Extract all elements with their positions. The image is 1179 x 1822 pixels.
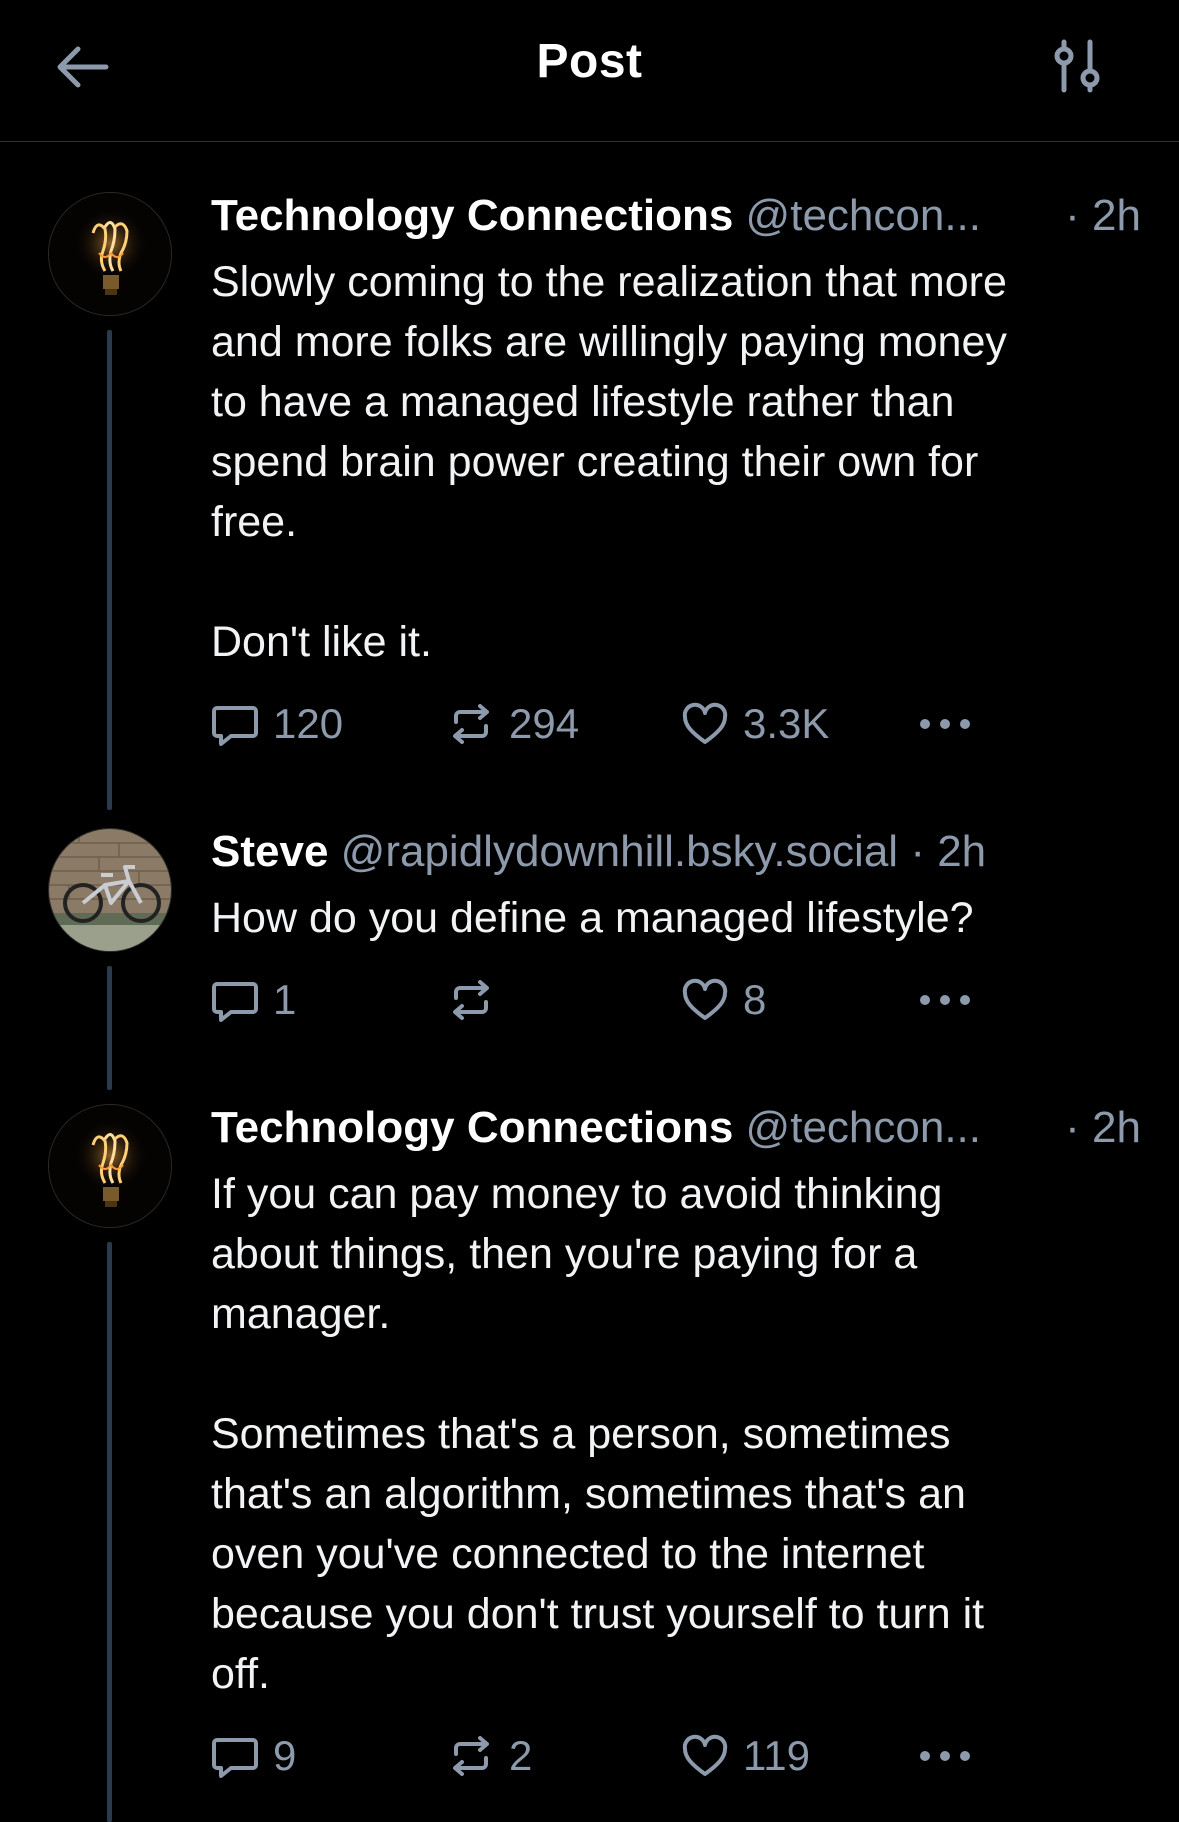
author-name[interactable]: Technology Connections bbox=[211, 1103, 733, 1152]
post-actions: 1 8 bbox=[211, 970, 1141, 1030]
author-handle[interactable]: @rapidlydownhill.bsky.social bbox=[341, 827, 898, 876]
thread-line bbox=[107, 1242, 112, 1822]
like-count: 8 bbox=[743, 976, 767, 1023]
post-content: Steve @rapidlydownhill.bsky.social · 2h … bbox=[211, 826, 1141, 1030]
like-button[interactable]: 119 bbox=[681, 1726, 810, 1786]
author-name[interactable]: Steve bbox=[211, 827, 328, 876]
post-text: Slowly coming to the realization that mo… bbox=[211, 258, 1007, 666]
lightbulb-avatar-image bbox=[49, 1105, 172, 1228]
post-time[interactable]: · 2h bbox=[910, 827, 986, 876]
repost-button[interactable] bbox=[447, 970, 509, 1030]
more-options-button[interactable] bbox=[915, 694, 975, 754]
author-name[interactable]: Technology Connections bbox=[211, 191, 733, 240]
more-options-button[interactable] bbox=[915, 970, 975, 1030]
repost-icon bbox=[447, 700, 495, 748]
post-meta: Technology Connections @techcon... · 2h bbox=[211, 190, 1141, 242]
post-text: If you can pay money to avoid thinking a… bbox=[211, 1170, 985, 1698]
post-time[interactable]: · 2h bbox=[1065, 1102, 1141, 1154]
repost-count: 2 bbox=[509, 1732, 533, 1779]
reply-count: 1 bbox=[273, 976, 297, 1023]
post-content: Technology Connections @techcon... · 2h … bbox=[211, 1102, 1141, 1786]
like-button[interactable]: 8 bbox=[681, 970, 766, 1030]
thread-line bbox=[107, 966, 112, 1090]
post-text: How do you define a managed lifestyle? bbox=[211, 894, 974, 942]
header: Post bbox=[0, 0, 1179, 142]
repost-count: 294 bbox=[509, 700, 580, 747]
thread-line bbox=[107, 330, 112, 810]
heart-icon bbox=[681, 1732, 729, 1780]
like-count: 3.3K bbox=[743, 700, 830, 747]
lightbulb-avatar-image bbox=[49, 193, 172, 316]
post-content: Technology Connections @techcon... · 2h … bbox=[211, 190, 1141, 754]
repost-button[interactable]: 294 bbox=[447, 694, 579, 754]
like-count: 119 bbox=[743, 1732, 810, 1779]
reply-button[interactable]: 120 bbox=[211, 694, 343, 754]
thread-settings-button[interactable] bbox=[1050, 36, 1106, 98]
more-options-button[interactable] bbox=[915, 1726, 975, 1786]
repost-button[interactable]: 2 bbox=[447, 1726, 532, 1786]
avatar[interactable] bbox=[48, 192, 172, 316]
post-actions: 9 2 119 bbox=[211, 1726, 1141, 1786]
reply-button[interactable]: 1 bbox=[211, 970, 296, 1030]
reply-button[interactable]: 9 bbox=[211, 1726, 296, 1786]
heart-icon bbox=[681, 700, 729, 748]
reply-count: 9 bbox=[273, 1732, 297, 1779]
more-horizontal-icon bbox=[915, 1746, 975, 1766]
post-time[interactable]: · 2h bbox=[1065, 190, 1141, 242]
post-actions: 120 294 3.3K bbox=[211, 694, 1141, 754]
like-button[interactable]: 3.3K bbox=[681, 694, 829, 754]
page-title: Post bbox=[536, 35, 643, 88]
author-handle[interactable]: @techcon... bbox=[746, 191, 981, 240]
author-handle[interactable]: @techcon... bbox=[746, 1103, 981, 1152]
avatar[interactable] bbox=[48, 1104, 172, 1228]
reply-count: 120 bbox=[273, 700, 344, 747]
post-meta: Steve @rapidlydownhill.bsky.social · 2h bbox=[211, 826, 1141, 878]
post-meta: Technology Connections @techcon... · 2h bbox=[211, 1102, 1141, 1154]
more-horizontal-icon bbox=[915, 714, 975, 734]
reply-icon bbox=[211, 976, 259, 1024]
reply-icon bbox=[211, 1732, 259, 1780]
avatar[interactable] bbox=[48, 828, 172, 952]
more-horizontal-icon bbox=[915, 990, 975, 1010]
repost-icon bbox=[447, 976, 495, 1024]
repost-icon bbox=[447, 1732, 495, 1780]
reply-icon bbox=[211, 700, 259, 748]
bicycle-avatar-image bbox=[49, 829, 172, 952]
sliders-icon bbox=[1054, 39, 1100, 93]
heart-icon bbox=[681, 976, 729, 1024]
